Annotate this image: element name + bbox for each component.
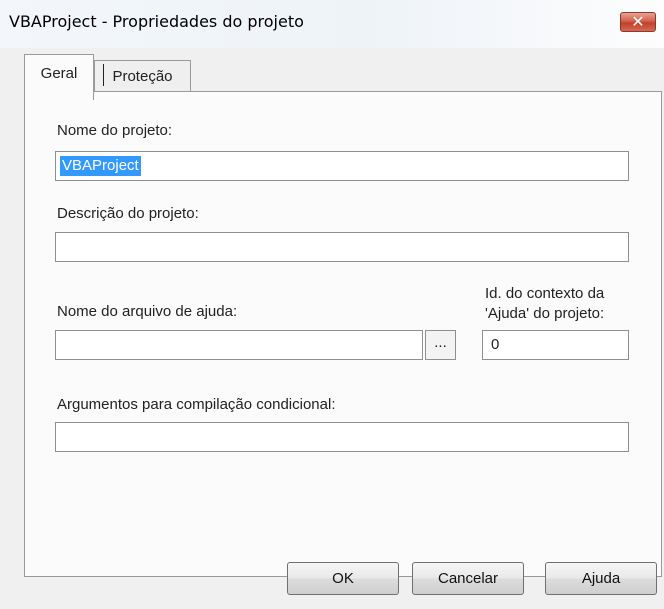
help-file-label: Nome do arquivo de ajuda: bbox=[57, 303, 238, 320]
project-name-value: VBAProject bbox=[60, 156, 141, 176]
description-input[interactable] bbox=[55, 232, 629, 262]
ok-button[interactable]: OK bbox=[287, 562, 399, 595]
conditional-args-input[interactable] bbox=[55, 422, 629, 452]
help-context-input[interactable]: 0 bbox=[482, 330, 629, 360]
close-icon: ✕ bbox=[631, 12, 645, 31]
help-context-value: 0 bbox=[491, 336, 500, 353]
tab-geral[interactable]: Geral bbox=[24, 54, 94, 100]
help-context-label-line2: 'Ajuda' do projeto: bbox=[485, 305, 605, 322]
tab-protecao[interactable]: Proteção bbox=[94, 60, 191, 92]
description-label: Descrição do projeto: bbox=[57, 205, 199, 222]
project-name-input[interactable]: VBAProject bbox=[55, 151, 629, 181]
project-properties-dialog: VBAProject - Propriedades do projeto ✕ G… bbox=[0, 0, 664, 609]
project-name-label: Nome do projeto: bbox=[57, 122, 173, 139]
conditional-args-label: Argumentos para compilação condicional: bbox=[57, 396, 336, 413]
cancel-button[interactable]: Cancelar bbox=[412, 562, 524, 595]
browse-button[interactable]: ... bbox=[425, 330, 456, 360]
close-button[interactable]: ✕ bbox=[620, 12, 656, 32]
help-context-label-line1: Id. do contexto da bbox=[485, 285, 605, 302]
help-button[interactable]: Ajuda bbox=[545, 562, 657, 595]
window-title: VBAProject - Propriedades do projeto bbox=[9, 12, 304, 31]
help-file-input[interactable] bbox=[55, 330, 423, 360]
title-bar[interactable]: VBAProject - Propriedades do projeto ✕ bbox=[0, 0, 664, 48]
tab-protecao-label: Proteção bbox=[112, 68, 173, 85]
tab-geral-label: Geral bbox=[40, 65, 78, 82]
